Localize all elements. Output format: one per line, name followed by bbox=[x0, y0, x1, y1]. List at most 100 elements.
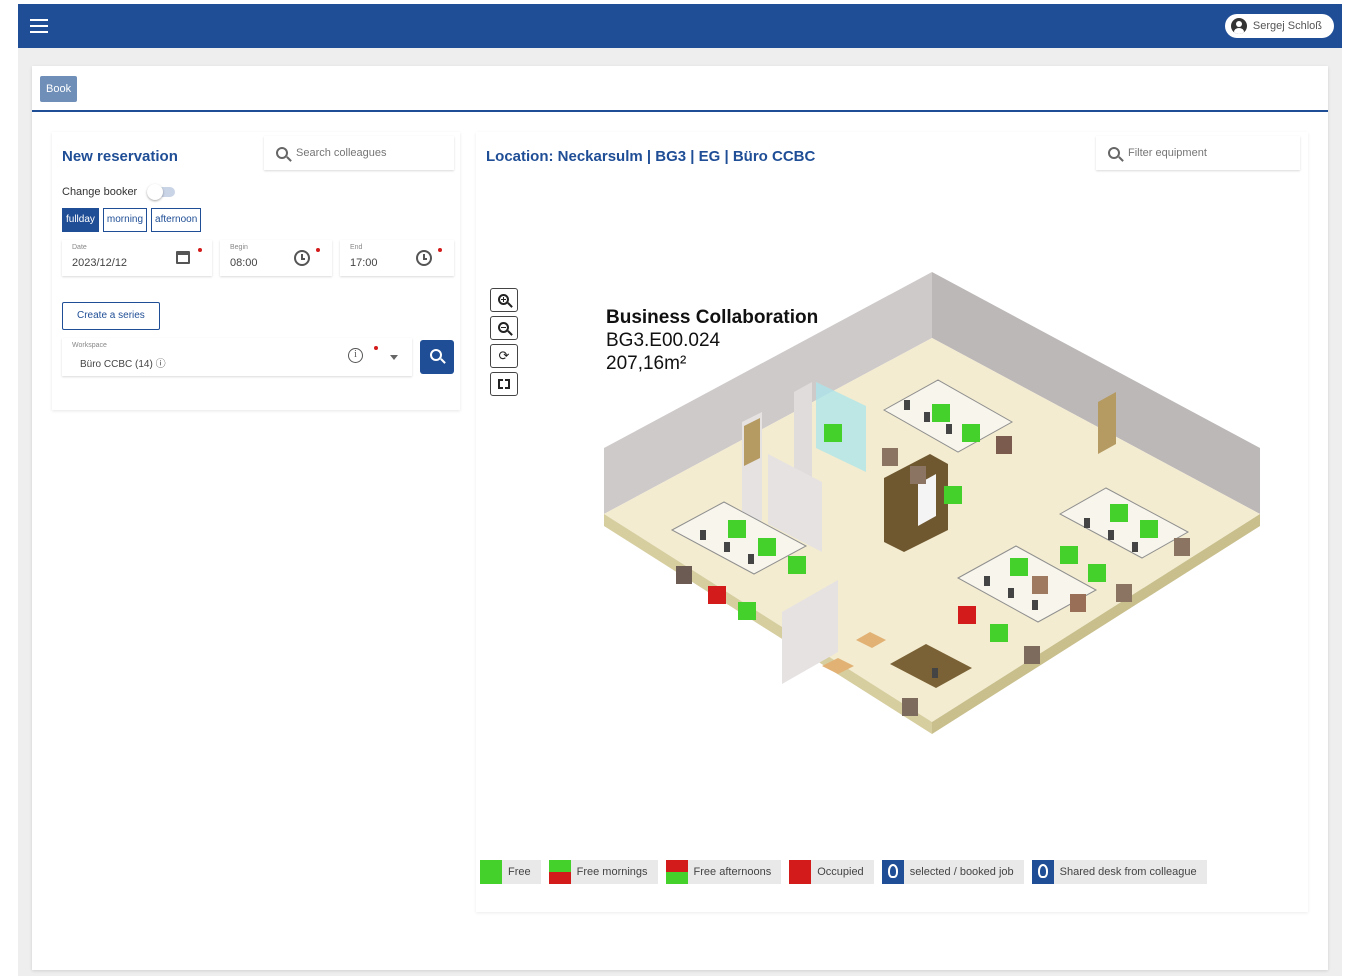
legend-shared-label: Shared desk from colleague bbox=[1059, 866, 1197, 878]
free-desk-marker[interactable] bbox=[1060, 546, 1078, 564]
search-icon bbox=[430, 349, 442, 361]
tab-book[interactable]: Book bbox=[40, 76, 78, 102]
legend-occupied-label: Occupied bbox=[817, 866, 864, 878]
end-field[interactable]: End 17:00 bbox=[340, 240, 454, 276]
segment-fullday[interactable]: fullday bbox=[62, 208, 99, 232]
monitor bbox=[748, 554, 754, 564]
free-desk-marker[interactable] bbox=[824, 424, 842, 442]
user-menu-button[interactable]: Sergej Schloß bbox=[1224, 14, 1334, 38]
monitor bbox=[1008, 588, 1014, 598]
free-desk-marker[interactable] bbox=[962, 424, 980, 442]
location-pin-icon bbox=[881, 860, 904, 884]
colleague-avatar[interactable] bbox=[1070, 594, 1086, 612]
colleague-avatar[interactable] bbox=[996, 436, 1012, 454]
date-field[interactable]: Date 2023/12/12 bbox=[62, 240, 212, 276]
free-desk-marker[interactable] bbox=[738, 602, 756, 620]
monitor bbox=[904, 400, 910, 410]
legend-selected-label: selected / booked job bbox=[909, 866, 1014, 878]
legend-free: Free bbox=[480, 860, 541, 884]
free-desk-marker[interactable] bbox=[728, 520, 746, 538]
begin-label: Begin bbox=[230, 244, 248, 251]
door bbox=[744, 418, 760, 466]
menu-icon[interactable] bbox=[30, 19, 48, 33]
colleague-avatar[interactable] bbox=[1024, 646, 1040, 664]
colleague-avatar[interactable] bbox=[882, 448, 898, 466]
chevron-down-icon[interactable] bbox=[390, 355, 398, 360]
segment-morning[interactable]: morning bbox=[102, 208, 148, 232]
colleague-search-input[interactable] bbox=[296, 147, 436, 159]
clock-icon[interactable] bbox=[416, 250, 432, 266]
main-card: Book New reservation Change booker fulld… bbox=[32, 66, 1328, 970]
end-label: End bbox=[350, 244, 363, 251]
change-booker-row: Change booker bbox=[62, 184, 176, 200]
date-value: 2023/12/12 bbox=[72, 257, 128, 269]
colleague-avatar[interactable] bbox=[676, 566, 692, 584]
required-marker bbox=[198, 248, 202, 252]
monitor bbox=[1084, 518, 1090, 528]
required-marker bbox=[374, 346, 378, 350]
free-swatch bbox=[480, 860, 502, 884]
end-value: 17:00 bbox=[350, 257, 378, 269]
monitor bbox=[724, 542, 730, 552]
legend-occupied: Occupied bbox=[789, 860, 874, 884]
legend-free-mornings-label: Free mornings bbox=[576, 866, 648, 878]
legend-free-label: Free bbox=[508, 866, 531, 878]
door bbox=[1098, 392, 1116, 454]
free-desk-marker[interactable] bbox=[944, 486, 962, 504]
legend-free-afternoons-label: Free afternoons bbox=[693, 866, 772, 878]
required-marker bbox=[438, 248, 442, 252]
monitor bbox=[700, 530, 706, 540]
free-desk-marker[interactable] bbox=[932, 404, 950, 422]
free-desk-marker[interactable] bbox=[990, 624, 1008, 642]
monitor bbox=[1108, 530, 1114, 540]
change-booker-toggle[interactable] bbox=[147, 184, 176, 200]
free-mornings-swatch bbox=[548, 860, 571, 884]
free-desk-marker[interactable] bbox=[758, 538, 776, 556]
user-name: Sergej Schloß bbox=[1252, 20, 1322, 32]
legend-free-mornings: Free mornings bbox=[548, 860, 658, 884]
occupied-swatch bbox=[789, 860, 812, 884]
begin-field[interactable]: Begin 08:00 bbox=[220, 240, 332, 276]
floorplan-panel: Location: Neckarsulm | BG3 | EG | Büro C… bbox=[476, 132, 1308, 912]
search-icon bbox=[276, 147, 288, 159]
tab-bar: Book bbox=[32, 66, 1328, 112]
colleague-avatar[interactable] bbox=[1174, 538, 1190, 556]
date-label: Date bbox=[72, 244, 87, 251]
free-desk-marker[interactable] bbox=[1088, 564, 1106, 582]
colleague-avatar[interactable] bbox=[1116, 584, 1132, 602]
occupied-desk-marker[interactable] bbox=[708, 586, 726, 604]
monitor bbox=[946, 424, 952, 434]
workspace-search-button[interactable] bbox=[420, 340, 454, 374]
colleague-avatar[interactable] bbox=[902, 698, 918, 716]
segment-afternoon[interactable]: afternoon bbox=[151, 208, 202, 232]
legend: Free Free mornings Free afternoons Occup… bbox=[480, 860, 1207, 884]
app-frame: Sergej Schloß Book New reservation Chang… bbox=[18, 4, 1342, 976]
monitor bbox=[932, 668, 938, 678]
monitor bbox=[924, 412, 930, 422]
free-desk-marker[interactable] bbox=[1010, 558, 1028, 576]
workspace-select[interactable]: Workspace Büro CCBC (14) ⓘ i bbox=[62, 338, 412, 376]
reservation-title: New reservation bbox=[62, 148, 178, 165]
create-series-button[interactable]: Create a series bbox=[62, 302, 160, 330]
top-app-bar: Sergej Schloß bbox=[18, 4, 1342, 48]
occupied-desk-marker[interactable] bbox=[958, 606, 976, 624]
monitor bbox=[1032, 600, 1038, 610]
free-desk-marker[interactable] bbox=[788, 556, 806, 574]
begin-value: 08:00 bbox=[230, 257, 258, 269]
colleague-search bbox=[264, 136, 454, 170]
reservation-panel: New reservation Change booker fullday mo… bbox=[52, 132, 460, 410]
clock-icon[interactable] bbox=[294, 250, 310, 266]
colleague-avatar[interactable] bbox=[1032, 576, 1048, 594]
required-marker bbox=[316, 248, 320, 252]
free-desk-marker[interactable] bbox=[1110, 504, 1128, 522]
legend-shared: Shared desk from colleague bbox=[1031, 860, 1207, 884]
change-booker-label: Change booker bbox=[62, 186, 138, 198]
workspace-value: Büro CCBC (14) ⓘ bbox=[80, 359, 166, 370]
free-afternoons-swatch bbox=[665, 860, 688, 884]
info-icon[interactable]: i bbox=[348, 348, 363, 363]
colleague-avatar[interactable] bbox=[910, 466, 926, 484]
account-icon bbox=[1230, 18, 1247, 34]
free-desk-marker[interactable] bbox=[1140, 520, 1158, 538]
calendar-icon[interactable] bbox=[176, 251, 190, 264]
workspace-label: Workspace bbox=[72, 342, 107, 349]
